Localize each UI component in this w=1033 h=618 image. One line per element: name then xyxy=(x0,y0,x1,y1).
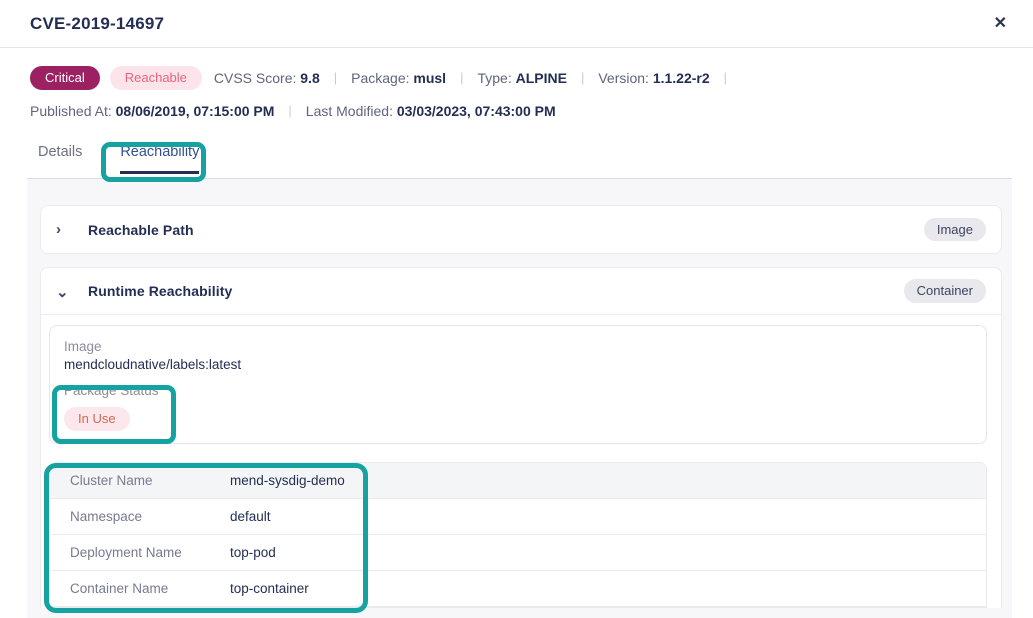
cvss-score: CVSS Score: 9.8 xyxy=(214,70,320,86)
cvss-score-label: CVSS Score: xyxy=(214,70,296,86)
tab-bar: Details Reachability xyxy=(38,136,1033,174)
cve-detail-panel: CVE-2019-14697 ✕ Critical Reachable CVSS… xyxy=(0,0,1033,618)
reachable-path-header[interactable]: › Reachable Path Image xyxy=(41,206,1001,253)
summary-dates-row: Published At: 08/06/2019, 07:15:00 PM | … xyxy=(30,103,1003,119)
namespace-label: Namespace xyxy=(70,509,230,524)
separator: | xyxy=(288,103,291,118)
image-label: Image xyxy=(64,339,972,354)
version-label: Version: xyxy=(598,70,649,86)
table-row: Namespace default xyxy=(50,499,986,535)
package: Package: musl xyxy=(351,70,446,86)
table-row: Cluster Name mend-sysdig-demo xyxy=(50,463,986,499)
cluster-name-value: mend-sysdig-demo xyxy=(230,473,345,488)
separator: | xyxy=(460,70,463,85)
cluster-name-label: Cluster Name xyxy=(70,473,230,488)
container-name-label: Container Name xyxy=(70,581,230,596)
image-value: mendcloudnative/labels:latest xyxy=(64,357,972,372)
runtime-details-table: Cluster Name mend-sysdig-demo Namespace … xyxy=(49,462,987,608)
scope-badge-image: Image xyxy=(924,218,986,242)
type: Type: ALPINE xyxy=(477,70,566,86)
package-label: Package: xyxy=(351,70,409,86)
container-name-value: top-container xyxy=(230,581,309,596)
tab-details[interactable]: Details xyxy=(38,136,82,174)
last-modified: Last Modified: 03/03/2023, 07:43:00 PM xyxy=(306,103,556,119)
separator: | xyxy=(724,70,727,85)
deployment-name-label: Deployment Name xyxy=(70,545,230,560)
published-at: Published At: 08/06/2019, 07:15:00 PM xyxy=(30,103,274,119)
close-icon[interactable]: ✕ xyxy=(990,12,1011,36)
page-title: CVE-2019-14697 xyxy=(30,14,164,34)
chevron-right-icon: › xyxy=(56,222,70,237)
published-at-value: 08/06/2019, 07:15:00 PM xyxy=(116,103,275,119)
last-modified-label: Last Modified: xyxy=(306,103,393,119)
runtime-reachability-header[interactable]: ⌄ Runtime Reachability Container xyxy=(41,268,1001,315)
type-label: Type: xyxy=(477,70,511,86)
package-value: musl xyxy=(413,70,446,86)
deployment-name-value: top-pod xyxy=(230,545,276,560)
separator: | xyxy=(334,70,337,85)
image-info-box: Image mendcloudnative/labels:latest Pack… xyxy=(49,325,987,444)
reachability-panel: › Reachable Path Image ⌄ Runtime Reachab… xyxy=(27,179,1012,618)
accordion-reachable-path: › Reachable Path Image xyxy=(40,205,1002,254)
accordion-runtime-reachability: ⌄ Runtime Reachability Container Image m… xyxy=(40,267,1002,608)
summary-badges-row: Critical Reachable CVSS Score: 9.8 | Pac… xyxy=(30,66,1003,90)
separator: | xyxy=(581,70,584,85)
version-value: 1.1.22-r2 xyxy=(653,70,710,86)
version: Version: 1.1.22-r2 xyxy=(598,70,709,86)
published-at-label: Published At: xyxy=(30,103,112,119)
chevron-down-icon: ⌄ xyxy=(56,285,70,300)
package-status-label: Package Status xyxy=(64,383,972,398)
last-modified-value: 03/03/2023, 07:43:00 PM xyxy=(397,103,556,119)
type-value: ALPINE xyxy=(516,70,567,86)
reachable-path-title: Reachable Path xyxy=(88,222,194,238)
reachable-badge: Reachable xyxy=(110,66,202,90)
runtime-reachability-content: Image mendcloudnative/labels:latest Pack… xyxy=(41,315,1001,608)
cvss-score-value: 9.8 xyxy=(300,70,319,86)
severity-badge: Critical xyxy=(30,66,100,90)
scope-badge-container: Container xyxy=(904,279,986,303)
panel-header: CVE-2019-14697 ✕ xyxy=(0,0,1033,48)
package-status-badge: In Use xyxy=(64,407,130,431)
table-row: Deployment Name top-pod xyxy=(50,535,986,571)
tab-reachability[interactable]: Reachability xyxy=(120,136,199,174)
vulnerability-summary: Critical Reachable CVSS Score: 9.8 | Pac… xyxy=(0,48,1033,119)
runtime-reachability-title: Runtime Reachability xyxy=(88,283,232,299)
table-row: Container Name top-container xyxy=(50,571,986,607)
namespace-value: default xyxy=(230,509,271,524)
